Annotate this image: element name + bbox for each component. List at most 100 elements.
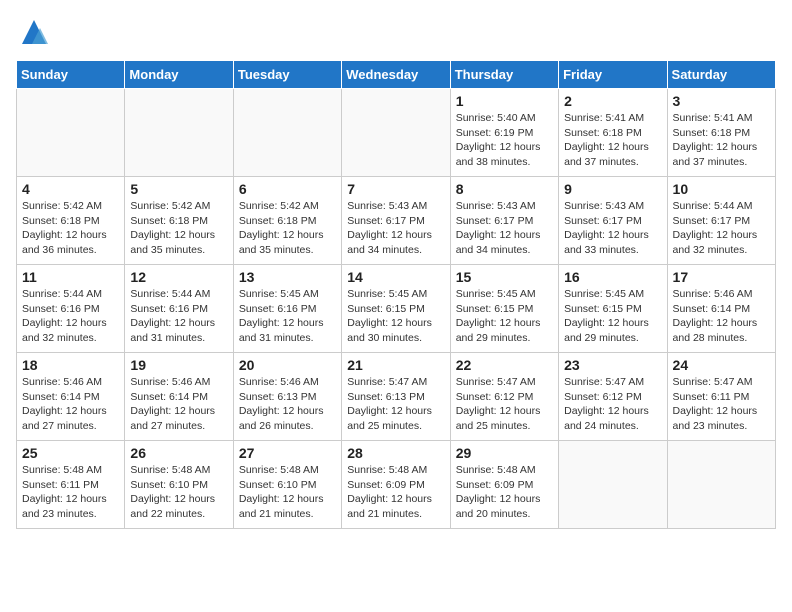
calendar-week-row: 1 Sunrise: 5:40 AM Sunset: 6:19 PM Daylig…: [17, 89, 776, 177]
day-number: 6: [239, 181, 336, 197]
day-number: 20: [239, 357, 336, 373]
day-number: 25: [22, 445, 119, 461]
calendar-week-row: 11 Sunrise: 5:44 AM Sunset: 6:16 PM Dayli…: [17, 265, 776, 353]
day-info: Sunrise: 5:42 AM Sunset: 6:18 PM Dayligh…: [239, 199, 336, 258]
day-number: 15: [456, 269, 553, 285]
calendar-cell: 29Sunrise: 5:48 AM Sunset: 6:09 PM Dayli…: [450, 441, 558, 529]
calendar-cell: [125, 89, 233, 177]
day-number: 7: [347, 181, 444, 197]
calendar-week-row: 18 Sunrise: 5:46 AM Sunset: 6:14 PM Dayli…: [17, 353, 776, 441]
calendar-cell: 21 Sunrise: 5:47 AM Sunset: 6:13 PM Dayli…: [342, 353, 450, 441]
day-number: 1: [456, 93, 553, 109]
day-number: 22: [456, 357, 553, 373]
calendar-cell: 16 Sunrise: 5:45 AM Sunset: 6:15 PM Dayli…: [559, 265, 667, 353]
calendar-cell: 4 Sunrise: 5:42 AM Sunset: 6:18 PM Daylig…: [17, 177, 125, 265]
day-info: Sunrise: 5:41 AM Sunset: 6:18 PM Dayligh…: [564, 111, 661, 170]
day-info: Sunrise: 5:41 AM Sunset: 6:18 PM Dayligh…: [673, 111, 770, 170]
day-info: Sunrise: 5:47 AM Sunset: 6:12 PM Dayligh…: [456, 375, 553, 434]
day-number: 11: [22, 269, 119, 285]
day-info: Sunrise: 5:48 AM Sunset: 6:09 PM Dayligh…: [347, 463, 444, 522]
day-info: Sunrise: 5:46 AM Sunset: 6:14 PM Dayligh…: [673, 287, 770, 346]
day-of-week-header: Saturday: [667, 61, 775, 89]
logo: [16, 16, 50, 48]
calendar-cell: 1 Sunrise: 5:40 AM Sunset: 6:19 PM Daylig…: [450, 89, 558, 177]
day-number: 13: [239, 269, 336, 285]
day-number: 19: [130, 357, 227, 373]
calendar-cell: [559, 441, 667, 529]
calendar-cell: [342, 89, 450, 177]
calendar-week-row: 25 Sunrise: 5:48 AM Sunset: 6:11 PM Dayli…: [17, 441, 776, 529]
calendar-cell: 9 Sunrise: 5:43 AM Sunset: 6:17 PM Daylig…: [559, 177, 667, 265]
day-info: Sunrise: 5:42 AM Sunset: 6:18 PM Dayligh…: [130, 199, 227, 258]
day-info: Sunrise: 5:46 AM Sunset: 6:14 PM Dayligh…: [130, 375, 227, 434]
day-number: 16: [564, 269, 661, 285]
day-number: 2: [564, 93, 661, 109]
day-number: 3: [673, 93, 770, 109]
calendar-cell: 19 Sunrise: 5:46 AM Sunset: 6:14 PM Dayli…: [125, 353, 233, 441]
day-info: Sunrise: 5:47 AM Sunset: 6:13 PM Dayligh…: [347, 375, 444, 434]
calendar-cell: 3 Sunrise: 5:41 AM Sunset: 6:18 PM Daylig…: [667, 89, 775, 177]
calendar-cell: [17, 89, 125, 177]
day-number: 28: [347, 445, 444, 461]
calendar-cell: 14 Sunrise: 5:45 AM Sunset: 6:15 PM Dayli…: [342, 265, 450, 353]
day-number: 26: [130, 445, 227, 461]
day-of-week-header: Tuesday: [233, 61, 341, 89]
day-info: Sunrise: 5:44 AM Sunset: 6:16 PM Dayligh…: [130, 287, 227, 346]
day-info: Sunrise: 5:48 AM Sunset: 6:11 PM Dayligh…: [22, 463, 119, 522]
calendar-cell: 12 Sunrise: 5:44 AM Sunset: 6:16 PM Dayli…: [125, 265, 233, 353]
day-number: 18: [22, 357, 119, 373]
day-info: Sunrise: 5:40 AM Sunset: 6:19 PM Dayligh…: [456, 111, 553, 170]
page-header: [16, 16, 776, 48]
calendar-cell: 11 Sunrise: 5:44 AM Sunset: 6:16 PM Dayli…: [17, 265, 125, 353]
day-number: 4: [22, 181, 119, 197]
day-number: 17: [673, 269, 770, 285]
calendar-cell: 13 Sunrise: 5:45 AM Sunset: 6:16 PM Dayli…: [233, 265, 341, 353]
day-number: 9: [564, 181, 661, 197]
calendar-cell: 5Sunrise: 5:42 AM Sunset: 6:18 PM Daylig…: [125, 177, 233, 265]
day-info: Sunrise: 5:43 AM Sunset: 6:17 PM Dayligh…: [347, 199, 444, 258]
calendar-cell: 22 Sunrise: 5:47 AM Sunset: 6:12 PM Dayli…: [450, 353, 558, 441]
calendar-cell: [667, 441, 775, 529]
calendar-cell: 15 Sunrise: 5:45 AM Sunset: 6:15 PM Dayli…: [450, 265, 558, 353]
calendar-header-row: SundayMondayTuesdayWednesdayThursdayFrid…: [17, 61, 776, 89]
day-info: Sunrise: 5:46 AM Sunset: 6:14 PM Dayligh…: [22, 375, 119, 434]
day-of-week-header: Sunday: [17, 61, 125, 89]
day-info: Sunrise: 5:47 AM Sunset: 6:12 PM Dayligh…: [564, 375, 661, 434]
day-info: Sunrise: 5:43 AM Sunset: 6:17 PM Dayligh…: [564, 199, 661, 258]
day-info: Sunrise: 5:43 AM Sunset: 6:17 PM Dayligh…: [456, 199, 553, 258]
day-number: 8: [456, 181, 553, 197]
day-number: 21: [347, 357, 444, 373]
day-info: Sunrise: 5:48 AM Sunset: 6:10 PM Dayligh…: [130, 463, 227, 522]
day-info: Sunrise: 5:48 AM Sunset: 6:09 PM Dayligh…: [456, 463, 553, 522]
calendar-cell: 27 Sunrise: 5:48 AM Sunset: 6:10 PM Dayli…: [233, 441, 341, 529]
day-info: Sunrise: 5:45 AM Sunset: 6:16 PM Dayligh…: [239, 287, 336, 346]
day-info: Sunrise: 5:42 AM Sunset: 6:18 PM Dayligh…: [22, 199, 119, 258]
day-number: 14: [347, 269, 444, 285]
calendar-cell: 23Sunrise: 5:47 AM Sunset: 6:12 PM Dayli…: [559, 353, 667, 441]
calendar-cell: 25 Sunrise: 5:48 AM Sunset: 6:11 PM Dayli…: [17, 441, 125, 529]
day-info: Sunrise: 5:46 AM Sunset: 6:13 PM Dayligh…: [239, 375, 336, 434]
day-info: Sunrise: 5:44 AM Sunset: 6:17 PM Dayligh…: [673, 199, 770, 258]
calendar-cell: 18 Sunrise: 5:46 AM Sunset: 6:14 PM Dayli…: [17, 353, 125, 441]
day-of-week-header: Monday: [125, 61, 233, 89]
day-of-week-header: Wednesday: [342, 61, 450, 89]
day-info: Sunrise: 5:44 AM Sunset: 6:16 PM Dayligh…: [22, 287, 119, 346]
calendar-cell: 28 Sunrise: 5:48 AM Sunset: 6:09 PM Dayli…: [342, 441, 450, 529]
day-number: 27: [239, 445, 336, 461]
calendar-cell: 20 Sunrise: 5:46 AM Sunset: 6:13 PM Dayli…: [233, 353, 341, 441]
day-number: 24: [673, 357, 770, 373]
day-number: 12: [130, 269, 227, 285]
calendar-cell: 6 Sunrise: 5:42 AM Sunset: 6:18 PM Daylig…: [233, 177, 341, 265]
day-info: Sunrise: 5:45 AM Sunset: 6:15 PM Dayligh…: [347, 287, 444, 346]
day-info: Sunrise: 5:48 AM Sunset: 6:10 PM Dayligh…: [239, 463, 336, 522]
calendar-cell: 2 Sunrise: 5:41 AM Sunset: 6:18 PM Daylig…: [559, 89, 667, 177]
calendar-cell: 17 Sunrise: 5:46 AM Sunset: 6:14 PM Dayli…: [667, 265, 775, 353]
day-of-week-header: Friday: [559, 61, 667, 89]
calendar-cell: 26 Sunrise: 5:48 AM Sunset: 6:10 PM Dayli…: [125, 441, 233, 529]
calendar-cell: [233, 89, 341, 177]
calendar-week-row: 4 Sunrise: 5:42 AM Sunset: 6:18 PM Daylig…: [17, 177, 776, 265]
calendar-table: SundayMondayTuesdayWednesdayThursdayFrid…: [16, 60, 776, 529]
day-info: Sunrise: 5:47 AM Sunset: 6:11 PM Dayligh…: [673, 375, 770, 434]
day-info: Sunrise: 5:45 AM Sunset: 6:15 PM Dayligh…: [456, 287, 553, 346]
day-info: Sunrise: 5:45 AM Sunset: 6:15 PM Dayligh…: [564, 287, 661, 346]
